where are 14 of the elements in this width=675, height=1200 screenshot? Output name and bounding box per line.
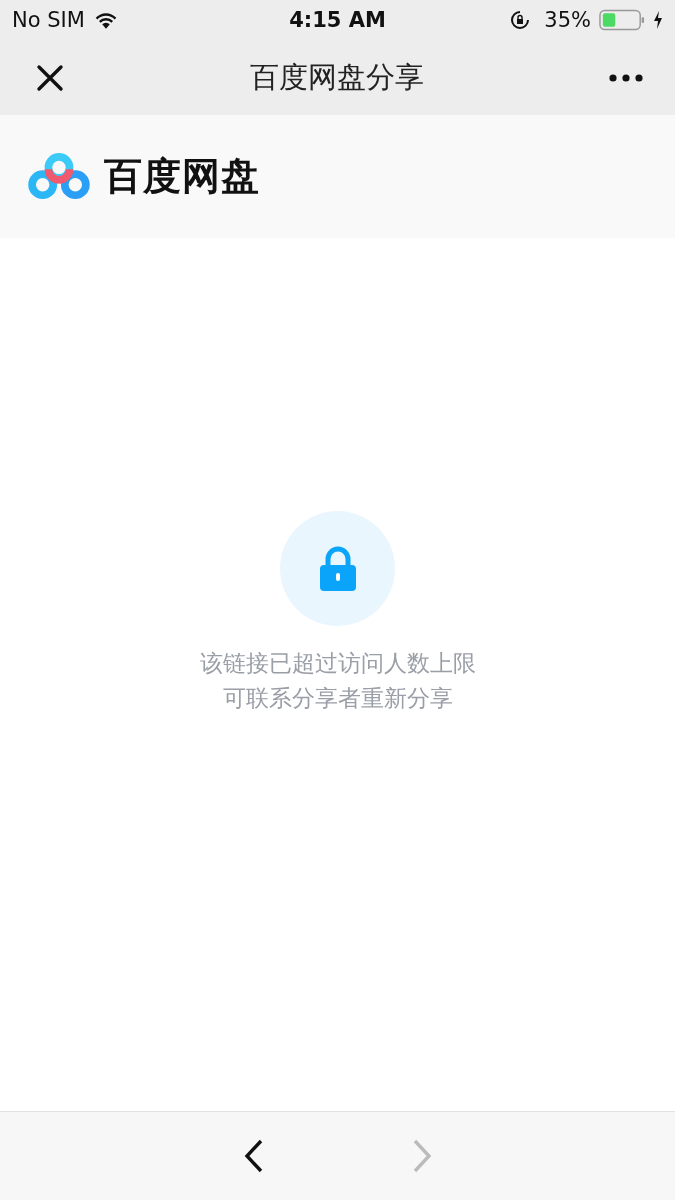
battery-icon [599,9,645,31]
more-icon[interactable] [609,73,643,82]
charging-icon [653,11,663,29]
clock: 4:15 AM [289,8,386,32]
message-text: 该链接已超过访问人数上限 [199,649,476,678]
lock-icon [317,545,358,592]
message-text: 可联系分享者重新分享 [222,684,453,713]
battery-percent: 35% [544,8,591,32]
brand-name: 百度网盘 [104,153,260,200]
page-title: 百度网盘分享 [249,58,424,96]
close-icon[interactable] [36,63,64,92]
cloud-logo-icon [28,152,90,201]
carrier: No SIM [12,8,85,32]
rotation-lock-icon [510,10,531,30]
